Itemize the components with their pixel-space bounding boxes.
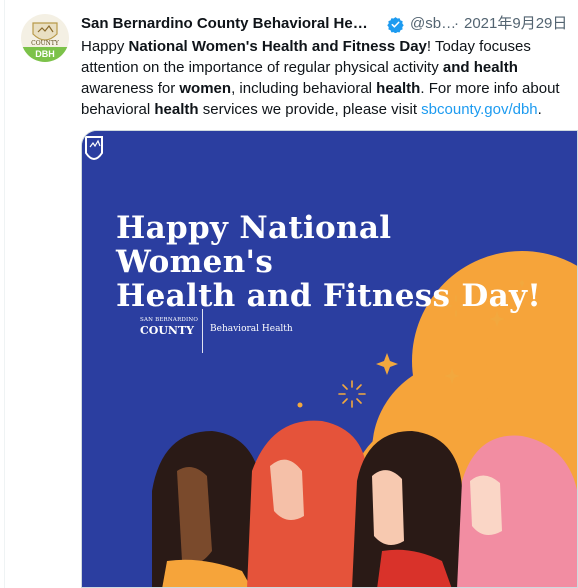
headline-line: Happy National Women's [116,210,392,280]
tweet-text-segment: , including behavioral [231,80,377,97]
tweet-text-segment: awareness for [81,80,180,97]
tweet-media-image[interactable]: Happy National Women's Health and Fitnes… [81,130,578,588]
tweet-text-segment: Happy [81,38,129,55]
tweet-bold-segment: and health [442,59,518,76]
county-logo-icon [85,136,103,160]
headline-line: Health and Fitness Day! [116,278,542,314]
tweet-bold-segment: health [154,101,199,118]
tweet-header: San Bernardino County Behavioral He… @sb… [81,14,567,34]
tweet-bold-segment: health [376,80,421,97]
avatar-county-text: COUNTY [31,40,59,47]
verified-badge-icon [387,17,404,33]
tweet-bold-segment: women [179,80,232,97]
tweet-text-segment: . [537,101,542,118]
tweet-link[interactable]: sbcounty.gov/dbh [421,101,537,118]
headline: Happy National Women's Health and Fitnes… [116,211,556,313]
logo-county-text: COUNTY [140,324,195,337]
tweet-bold-segment: National Women's Health and Fitness Day [128,38,427,55]
author-name[interactable]: San Bernardino County Behavioral He… [81,14,368,34]
illustration [82,131,577,587]
separator-dot: · [454,15,459,32]
timeline-border [4,0,5,588]
author-handle[interactable]: @sb… [410,14,456,34]
tweet-timestamp[interactable]: 2021年9月29日 [464,14,567,34]
avatar-badge: DBH [21,47,69,62]
tweet-text-segment: services we provide, please visit [198,101,422,118]
logo-small-text: SAN BERNARDINO [140,317,199,323]
logo-department-label: Behavioral Health [210,324,293,334]
avatar[interactable]: COUNTY DBH [21,14,69,62]
logo-divider [202,309,203,353]
tweet-body: Happy National Women's Health and Fitnes… [81,36,565,120]
